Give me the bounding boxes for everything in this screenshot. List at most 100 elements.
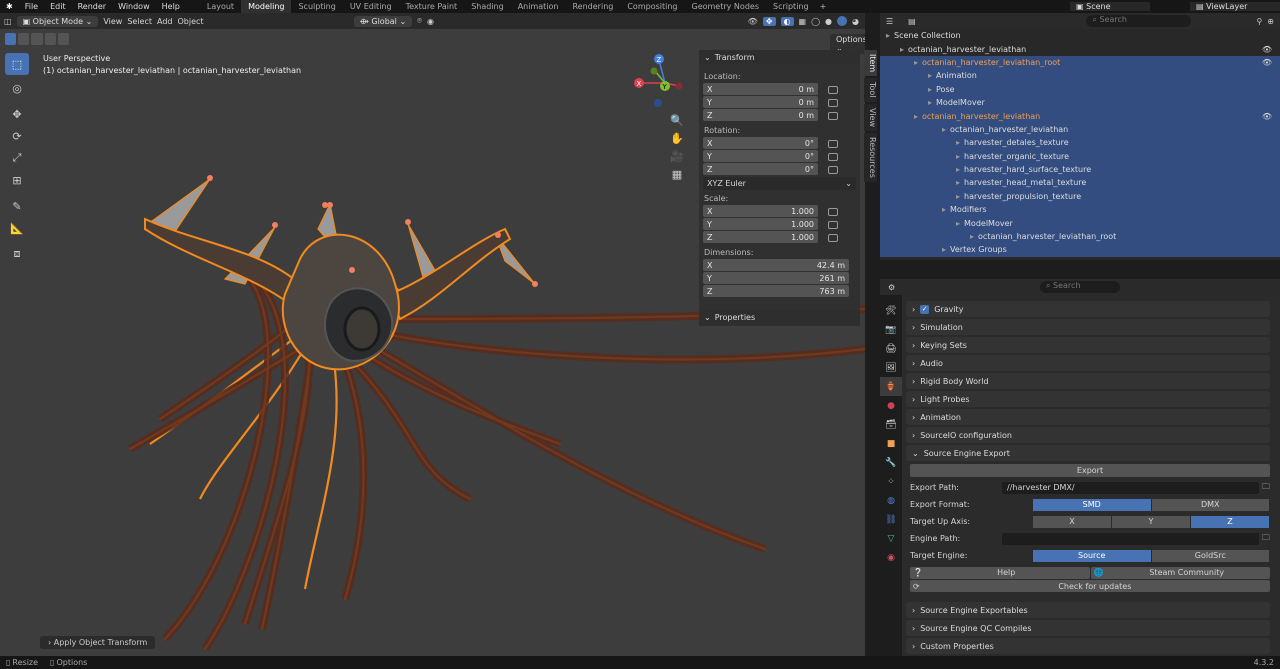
outliner-row[interactable]: ▸ Animation (880, 69, 1280, 83)
tab-texture-paint[interactable]: Texture Paint (399, 0, 465, 13)
panel-rigid-body-world[interactable]: › Rigid Body World (906, 373, 1270, 389)
physics-icon[interactable]: ◍ (880, 491, 902, 510)
blender-logo-icon[interactable]: ✱ (0, 2, 19, 11)
add-workspace-icon[interactable]: + (816, 2, 831, 11)
visibility-icon[interactable]: 👁 (748, 17, 758, 26)
orientation-dropdown[interactable]: ⟴ Global ⌄ (353, 15, 413, 27)
outliner-row[interactable]: ▸ harvester_hard_surface_texture (880, 162, 1280, 177)
tab-view[interactable]: View (864, 103, 877, 131)
output-icon[interactable]: 🖨 (880, 339, 902, 358)
check-updates-button[interactable]: ⟳ Check for updates (910, 580, 1270, 592)
steam-community-button[interactable]: 🌐 Steam Community (1090, 566, 1270, 579)
modifier-icon[interactable]: 🔧 (880, 453, 902, 472)
tab-layout[interactable]: Layout (200, 0, 241, 13)
visibility-eye-icon[interactable]: 👁 (1262, 45, 1272, 54)
move-tool-icon[interactable]: ✥ (5, 103, 29, 125)
add-cube-tool-icon[interactable]: ⧈ (5, 243, 29, 265)
panel-source-engine-exportables[interactable]: › Source Engine Exportables (906, 602, 1270, 618)
menu-window[interactable]: Window (112, 2, 156, 11)
axis-z-option[interactable]: Z (1191, 515, 1270, 528)
tab-geometry-nodes[interactable]: Geometry Nodes (685, 0, 766, 13)
outliner-row[interactable]: ▸ Modifiers (880, 203, 1280, 217)
tab-sculpting[interactable]: Sculpting (291, 0, 342, 13)
scale-x-field[interactable]: X 1.000 (703, 205, 818, 217)
rotation-y-field[interactable]: Y 0° (703, 150, 818, 162)
format-dmx-option[interactable]: DMX (1151, 498, 1270, 511)
select-intersect-icon[interactable] (57, 33, 70, 45)
panel-simulation[interactable]: › Simulation (906, 319, 1270, 335)
select-extend-icon[interactable] (18, 33, 30, 45)
xray-icon[interactable]: ▦ (799, 17, 807, 26)
scale-z-field[interactable]: Z 1.000 (703, 231, 818, 243)
format-smd-option[interactable]: SMD (1033, 498, 1152, 511)
collection-icon[interactable]: 🗃 (880, 415, 902, 434)
shading-solid-icon[interactable]: ● (825, 17, 832, 26)
properties-editor-icon[interactable]: ⚙ (888, 283, 895, 292)
location-x-field[interactable]: X 0 m (703, 83, 818, 95)
dimensions-z-field[interactable]: Z 763 m (703, 285, 849, 297)
panel-light-probes[interactable]: › Light Probes (906, 391, 1270, 407)
rotate-tool-icon[interactable]: ⟳ (5, 125, 29, 147)
tab-rendering[interactable]: Rendering (565, 0, 620, 13)
panel-sourceio-configuration[interactable]: › SourceIO configuration (906, 427, 1270, 443)
rotation-mode-dropdown[interactable]: XYZ Euler ⌄ (703, 177, 856, 190)
view-layer-icon[interactable]: 🖼 (880, 358, 902, 377)
outliner-row[interactable]: ▸ octanian_harvester_leviathan_root (880, 229, 1280, 244)
filter-icon[interactable]: ⚲ (1256, 17, 1262, 26)
select-mode-icons[interactable] (5, 33, 70, 45)
export-path-input[interactable]: //harvester DMX/ (1002, 481, 1259, 494)
tab-animation[interactable]: Animation (511, 0, 566, 13)
outliner-row[interactable]: ▸ octanian_harvester_leviathan_root 👁 (880, 55, 1280, 70)
export-button[interactable]: Export (910, 464, 1270, 477)
scale-tool-icon[interactable]: ⤢ (5, 147, 29, 169)
particles-icon[interactable]: ⁘ (880, 472, 902, 491)
lock-icon[interactable] (828, 98, 838, 107)
tab-uv-editing[interactable]: UV Editing (343, 0, 399, 13)
outliner-row[interactable]: ▸ ModelMover (880, 95, 1280, 110)
help-button[interactable]: ❔ Help (910, 566, 1090, 579)
rotation-x-field[interactable]: X 0° (703, 137, 818, 149)
menu-object[interactable]: Object (178, 17, 204, 26)
outliner-row[interactable]: ▸ ModelMover (880, 216, 1280, 230)
annotate-tool-icon[interactable]: ✎ (5, 195, 29, 217)
dimensions-y-field[interactable]: Y 261 m (703, 272, 849, 284)
outliner-row[interactable]: ▸ octanian_harvester_leviathan 👁 (880, 109, 1280, 123)
folder-icon[interactable]: 🗀 (1262, 532, 1270, 546)
menu-edit[interactable]: Edit (44, 2, 72, 11)
location-y-field[interactable]: Y 0 m (703, 96, 818, 108)
measure-tool-icon[interactable]: 📐 (5, 217, 29, 239)
tab-scripting[interactable]: Scripting (766, 0, 816, 13)
tab-resources[interactable]: Resources (864, 132, 877, 182)
lock-icon[interactable] (828, 152, 838, 161)
panel-audio[interactable]: › Audio (906, 355, 1270, 371)
material-icon[interactable]: ◉ (880, 548, 902, 567)
snap-icon[interactable]: ⌾ (417, 16, 422, 26)
visibility-eye-icon[interactable]: 👁 (1262, 112, 1272, 121)
constraints-icon[interactable]: ⛓ (880, 510, 902, 529)
cursor-tool-icon[interactable]: ◎ (5, 77, 29, 99)
select-invert-icon[interactable] (44, 33, 56, 45)
properties-header[interactable]: ⌄ Properties (699, 310, 860, 324)
select-box-tool-icon[interactable]: ⬚ (5, 53, 29, 75)
object-data-icon[interactable]: ▽ (880, 529, 902, 548)
panel-source-engine-qc-compiles[interactable]: › Source Engine QC Compiles (906, 620, 1270, 636)
display-mode-icon[interactable]: ▤ (908, 17, 916, 26)
lock-icon[interactable] (828, 111, 838, 120)
shading-rendered-icon[interactable]: ◕ (852, 17, 859, 26)
outliner-row[interactable]: ▸ harvester_detales_texture (880, 136, 1280, 150)
editor-type-icon[interactable]: ◫ (4, 17, 12, 26)
tab-compositing[interactable]: Compositing (620, 0, 684, 13)
engine-path-input[interactable] (1002, 532, 1259, 545)
engine-source-option[interactable]: Source (1033, 549, 1152, 562)
shading-material-icon[interactable] (837, 16, 848, 26)
outliner-row[interactable]: ▸ Scene Collection (880, 29, 1280, 42)
visibility-eye-icon[interactable]: 👁 (1262, 58, 1272, 67)
shading-wireframe-icon[interactable]: ◯ (811, 17, 820, 26)
world-icon[interactable]: ● (880, 396, 902, 415)
outliner-row[interactable]: ▸ Pose (880, 82, 1280, 96)
lock-icon[interactable] (828, 220, 838, 229)
outliner-row[interactable]: ▸ harvester_organic_texture (880, 149, 1280, 163)
tool-settings-icon[interactable]: 🛠 (880, 301, 902, 320)
folder-icon[interactable]: 🗀 (1262, 481, 1270, 495)
view-layer-selector[interactable]: ▤ ViewLayer (1190, 2, 1280, 11)
